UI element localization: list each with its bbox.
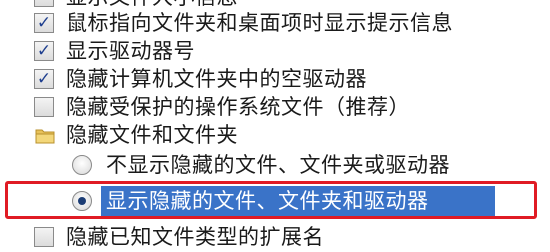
option-row-empty-drives[interactable]: ✓ 隐藏计算机文件夹中的空驱动器	[0, 64, 550, 94]
option-label: 隐藏计算机文件夹中的空驱动器	[66, 67, 367, 91]
extensions-checkbox[interactable]	[34, 227, 54, 247]
option-row-drive-letters[interactable]: ✓ 显示驱动器号	[0, 36, 550, 66]
protected-files-checkbox[interactable]	[34, 97, 54, 117]
option-label: 显示驱动器号	[66, 39, 195, 63]
advanced-settings-list: 显示文件大小信息 ✓ 鼠标指向文件夹和桌面项时显示提示信息 ✓ 显示驱动器号 ✓…	[0, 0, 550, 249]
hide-hidden-radio[interactable]	[72, 155, 92, 175]
radio-row-hide-hidden[interactable]: 不显示隐藏的文件、文件夹或驱动器	[0, 150, 550, 180]
option-label: 隐藏已知文件类型的扩展名	[66, 225, 324, 249]
option-row-tooltips[interactable]: ✓ 鼠标指向文件夹和桌面项时显示提示信息	[0, 8, 550, 38]
tooltips-checkbox[interactable]: ✓	[34, 13, 54, 33]
folder-icon	[34, 124, 56, 146]
drive-letters-checkbox[interactable]: ✓	[34, 41, 54, 61]
radio-label: 不显示隐藏的文件、文件夹或驱动器	[106, 153, 450, 177]
empty-drives-checkbox[interactable]: ✓	[34, 69, 54, 89]
file-size-checkbox[interactable]	[34, 0, 54, 7]
group-label: 隐藏文件和文件夹	[66, 123, 238, 147]
option-label: 隐藏受保护的操作系统文件（推荐）	[66, 95, 410, 119]
hidden-files-group: 隐藏文件和文件夹	[0, 120, 550, 150]
red-annotation-box	[5, 181, 537, 219]
option-row-protected-files[interactable]: 隐藏受保护的操作系统文件（推荐）	[0, 92, 550, 122]
option-label: 鼠标指向文件夹和桌面项时显示提示信息	[66, 11, 453, 35]
